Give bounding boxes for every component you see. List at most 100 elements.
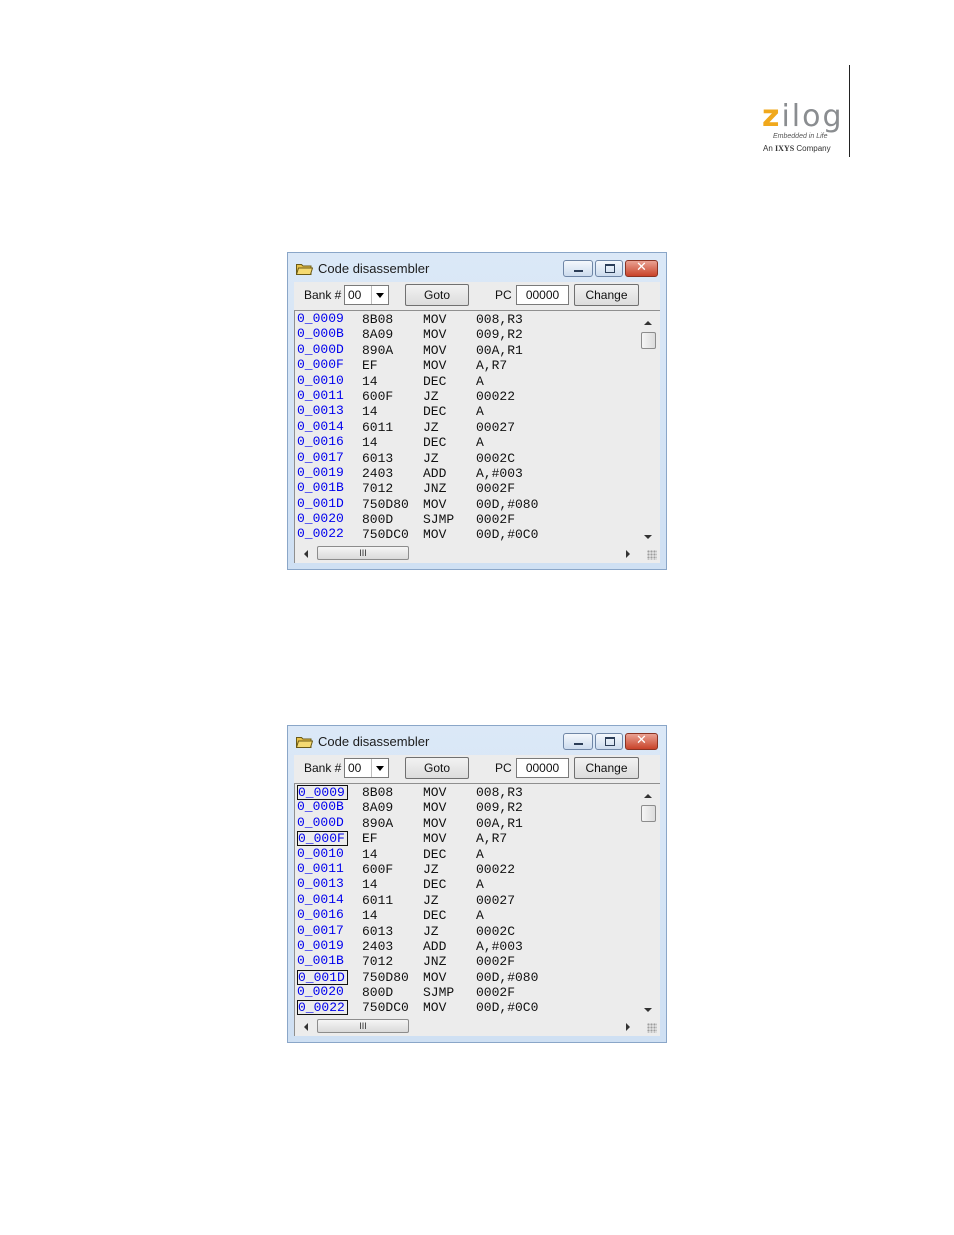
row-address: 0_001B xyxy=(297,953,344,969)
pc-field[interactable]: 00000 xyxy=(516,758,569,778)
row-opcode-bytes: 8A09 xyxy=(362,327,394,343)
row-opcode-bytes: 6011 xyxy=(362,892,394,908)
row-operands: 00027 xyxy=(476,419,516,435)
scroll-down-icon[interactable] xyxy=(644,1008,652,1012)
row-mnemonic: ADD xyxy=(423,938,447,954)
row-address: 0_0013 xyxy=(297,876,344,892)
row-address: 0_0022 xyxy=(297,526,344,542)
logo-tagline: Embedded in Life xyxy=(773,133,828,140)
row-mnemonic: MOV xyxy=(423,969,447,985)
row-opcode-bytes: 8B08 xyxy=(362,785,394,800)
horizontal-scroll-thumb[interactable]: III xyxy=(317,1019,409,1033)
row-mnemonic: JZ xyxy=(423,388,439,404)
scroll-left-icon[interactable] xyxy=(304,550,308,558)
row-opcode-bytes: 750D80 xyxy=(362,496,409,512)
row-opcode-bytes: 14 xyxy=(362,435,378,451)
scroll-down-icon[interactable] xyxy=(644,535,652,539)
row-address: 0_0016 xyxy=(297,434,344,450)
vertical-scrollbar[interactable] xyxy=(640,786,657,1016)
title-bar[interactable]: Code disassembler ✕ xyxy=(288,253,666,283)
close-button[interactable]: ✕ xyxy=(625,733,658,750)
row-opcode-bytes: 14 xyxy=(362,846,378,862)
minimize-button[interactable] xyxy=(563,260,593,277)
chevron-down-icon[interactable] xyxy=(371,286,388,304)
window-title: Code disassembler xyxy=(318,734,430,749)
folder-icon xyxy=(296,737,313,748)
row-address: 0_000B xyxy=(297,799,344,815)
window-title: Code disassembler xyxy=(318,261,430,276)
row-address: 0_0022 xyxy=(297,1000,348,1016)
row-mnemonic: MOV xyxy=(423,785,447,800)
goto-button[interactable]: Goto xyxy=(405,284,469,306)
goto-button[interactable]: Goto xyxy=(405,757,469,779)
vertical-scroll-thumb[interactable] xyxy=(641,805,656,822)
header-rule xyxy=(849,65,850,157)
row-mnemonic: DEC xyxy=(423,908,447,924)
row-address: 0_001D xyxy=(297,495,344,511)
row-mnemonic: JNZ xyxy=(423,481,447,497)
scroll-right-icon[interactable] xyxy=(626,1023,630,1031)
scroll-right-icon[interactable] xyxy=(626,550,630,558)
row-opcode-bytes: 7012 xyxy=(362,954,394,970)
row-address: 0_0019 xyxy=(297,937,344,953)
row-operands: A xyxy=(476,404,484,420)
scroll-up-icon[interactable] xyxy=(644,794,652,798)
row-mnemonic: MOV xyxy=(423,527,447,543)
row-mnemonic: MOV xyxy=(423,342,447,358)
row-mnemonic: MOV xyxy=(423,1000,447,1016)
row-opcode-bytes: 750DC0 xyxy=(362,1000,409,1016)
close-icon: ✕ xyxy=(636,260,647,275)
row-operands: 00D,#0C0 xyxy=(476,527,539,543)
pc-label: PC xyxy=(495,761,512,775)
row-opcode-bytes: 6011 xyxy=(362,419,394,435)
vertical-scrollbar[interactable] xyxy=(640,313,657,543)
row-opcode-bytes: 800D xyxy=(362,985,394,1001)
close-button[interactable]: ✕ xyxy=(625,260,658,277)
row-opcode-bytes: 14 xyxy=(362,373,378,389)
minimize-button[interactable] xyxy=(563,733,593,750)
resize-grip-icon[interactable] xyxy=(647,550,657,560)
bank-select[interactable]: 00 xyxy=(344,758,389,778)
row-operands: 00D,#080 xyxy=(476,496,539,512)
row-opcode-bytes: EF xyxy=(362,831,378,847)
vertical-scroll-thumb[interactable] xyxy=(641,332,656,349)
row-operands: 008,R3 xyxy=(476,312,523,327)
bank-select-value: 00 xyxy=(348,761,362,775)
row-operands: 0002C xyxy=(476,450,516,466)
resize-grip-icon[interactable] xyxy=(647,1023,657,1033)
pc-field[interactable]: 00000 xyxy=(516,285,569,305)
row-operands: A,#003 xyxy=(476,938,523,954)
scroll-left-icon[interactable] xyxy=(304,1023,308,1031)
row-address: 0_0009 xyxy=(297,785,348,800)
disassembly-list[interactable]: 0_0009 8B08 MOV 008,R3 0_000B 8A09 MOV 009,R2 0_… xyxy=(294,310,660,563)
maximize-button[interactable] xyxy=(595,733,623,750)
row-mnemonic: SJMP xyxy=(423,985,455,1001)
row-opcode-bytes: 14 xyxy=(362,908,378,924)
row-mnemonic: MOV xyxy=(423,312,447,327)
title-bar[interactable]: Code disassembler ✕ xyxy=(288,726,666,756)
horizontal-scrollbar[interactable]: III xyxy=(297,1018,640,1035)
chevron-down-icon[interactable] xyxy=(371,759,388,777)
row-mnemonic: MOV xyxy=(423,815,447,831)
pc-label: PC xyxy=(495,288,512,302)
row-operands: 0002F xyxy=(476,512,516,528)
row-mnemonic: ADD xyxy=(423,465,447,481)
row-address: 0_000D xyxy=(297,814,344,830)
row-operands: A xyxy=(476,373,484,389)
row-address: 0_0011 xyxy=(297,860,344,876)
row-address: 0_0013 xyxy=(297,403,344,419)
row-operands: A xyxy=(476,877,484,893)
bank-select[interactable]: 00 xyxy=(344,285,389,305)
scroll-up-icon[interactable] xyxy=(644,321,652,325)
horizontal-scroll-thumb[interactable]: III xyxy=(317,546,409,560)
horizontal-scrollbar[interactable]: III xyxy=(297,545,640,562)
code-disassembler-window-1: Code disassembler ✕ Bank # 00 Goto PC 00… xyxy=(287,252,667,570)
row-operands: 00022 xyxy=(476,861,516,877)
maximize-button[interactable] xyxy=(595,260,623,277)
change-button[interactable]: Change xyxy=(574,284,639,306)
disassembly-list[interactable]: 0_0009 8B08 MOV 008,R3 0_000B 8A09 MOV 009,R2 0_… xyxy=(294,783,660,1036)
window-client: Bank # 00 Goto PC 00000 Change 0_0009 8B0… xyxy=(294,282,660,563)
row-operands: A xyxy=(476,908,484,924)
change-button[interactable]: Change xyxy=(574,757,639,779)
row-operands: 0002F xyxy=(476,481,516,497)
